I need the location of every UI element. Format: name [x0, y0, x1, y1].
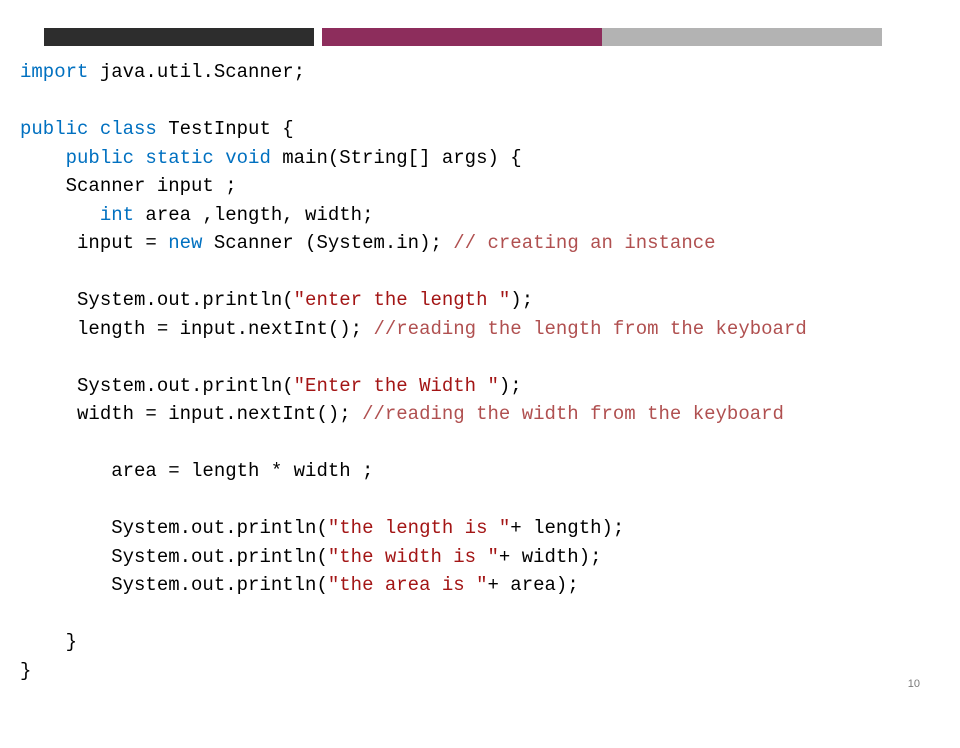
banner-seg-gray	[602, 28, 882, 46]
text: TestInput {	[157, 118, 294, 140]
kw-mods: public static void	[20, 147, 271, 169]
text: );	[499, 375, 522, 397]
text: System.out.println(	[20, 375, 294, 397]
text: width = input.nextInt();	[20, 403, 362, 425]
kw-public: public	[20, 118, 88, 140]
text: System.out.println(	[20, 546, 328, 568]
string: "the length is "	[328, 517, 510, 539]
kw-class: class	[88, 118, 156, 140]
text: System.out.println(	[20, 574, 328, 596]
text: );	[510, 289, 533, 311]
string: "the area is "	[328, 574, 488, 596]
text: }	[20, 660, 31, 682]
banner-seg-dark	[44, 28, 314, 46]
text: main(String[] args) {	[271, 147, 522, 169]
string: "enter the length "	[294, 289, 511, 311]
text: + area);	[488, 574, 579, 596]
text: + length);	[510, 517, 624, 539]
page-number: 10	[908, 676, 920, 693]
kw-int: int	[20, 204, 134, 226]
text: System.out.println(	[20, 289, 294, 311]
text: System.out.println(	[20, 517, 328, 539]
string: "the width is "	[328, 546, 499, 568]
comment: // creating an instance	[453, 232, 715, 254]
code-block: import java.util.Scanner; public class T…	[20, 58, 940, 685]
comment: //reading the length from the keyboard	[373, 318, 806, 340]
text: Scanner (System.in);	[202, 232, 453, 254]
text: Scanner input ;	[20, 175, 237, 197]
text: area = length * width ;	[20, 460, 373, 482]
kw-import: import	[20, 61, 88, 83]
banner	[44, 28, 916, 46]
string: "Enter the Width "	[294, 375, 499, 397]
text: + width);	[499, 546, 602, 568]
text: java.util.Scanner;	[88, 61, 305, 83]
kw-new: new	[168, 232, 202, 254]
text: input =	[20, 232, 168, 254]
comment: //reading the width from the keyboard	[362, 403, 784, 425]
text: }	[20, 631, 77, 653]
banner-seg-maroon	[322, 28, 602, 46]
text: length = input.nextInt();	[20, 318, 373, 340]
text: area ,length, width;	[134, 204, 373, 226]
